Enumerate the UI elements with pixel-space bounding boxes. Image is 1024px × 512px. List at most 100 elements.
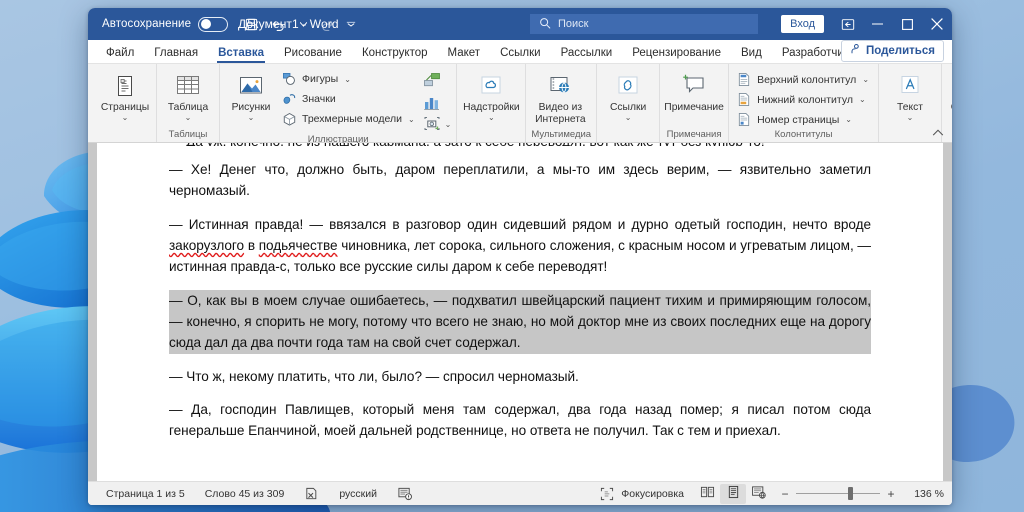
misspelled-word-zakoruzlogo[interactable]: закорузлого xyxy=(169,238,244,253)
text-button[interactable]: Текст ⌄ xyxy=(884,69,936,122)
chevron-up-icon[interactable] xyxy=(932,127,944,139)
customize-quick-access-icon[interactable] xyxy=(342,12,360,36)
zoom-slider-track[interactable] xyxy=(796,493,880,494)
page-number-icon xyxy=(736,112,752,128)
icons-button[interactable]: Значки xyxy=(279,90,419,108)
3d-models-button[interactable]: Трехмерные модели ⌄ xyxy=(279,110,419,128)
footer-caret[interactable]: ⌄ xyxy=(859,95,866,104)
ribbon-group-illustrations: Рисунки ⌄ Фигуры ⌄ xyxy=(219,64,456,142)
paragraph-5[interactable]: — Да, господин Павлищев, который меня та… xyxy=(169,399,871,442)
screenshot-caret[interactable]: ⌄ xyxy=(445,120,452,129)
smartart-button[interactable] xyxy=(421,70,452,91)
table-icon xyxy=(174,71,202,101)
maximize-icon[interactable] xyxy=(892,8,922,40)
zoom-in-button[interactable]: + xyxy=(886,487,896,501)
group-label-media: Мультимедиа xyxy=(531,130,591,143)
page-number-caret[interactable]: ⌄ xyxy=(845,115,852,124)
symbols-label: Символы xyxy=(951,102,952,114)
ribbon-group-tables: Таблица ⌄ Таблицы xyxy=(156,64,219,142)
ribbon-display-options-icon[interactable] xyxy=(834,8,862,40)
tab-layout[interactable]: Макет xyxy=(438,45,491,63)
smartart-icon xyxy=(421,70,443,91)
paragraph-2[interactable]: — Истинная правда! — ввязался в разговор… xyxy=(169,214,871,278)
footer-button[interactable]: Нижний колонтитул ⌄ xyxy=(734,91,873,109)
paragraph-3-selected[interactable]: — О, как вы в моем случае ошибаетесь, — … xyxy=(169,290,871,354)
shapes-button[interactable]: Фигуры ⌄ xyxy=(279,70,419,88)
page-indicator[interactable]: Страница 1 из 5 xyxy=(96,488,195,500)
3d-models-caret[interactable]: ⌄ xyxy=(408,115,415,124)
header-button[interactable]: Верхний колонтитул ⌄ xyxy=(734,71,873,89)
tab-mailings[interactable]: Рассылки xyxy=(551,45,623,63)
autosave-control[interactable]: Автосохранение xyxy=(88,17,228,32)
zoom-slider-thumb[interactable] xyxy=(848,487,853,500)
links-caret[interactable]: ⌄ xyxy=(625,114,632,122)
chart-button[interactable] xyxy=(421,92,452,113)
links-button[interactable]: Ссылки ⌄ xyxy=(602,69,654,122)
new-comment-button[interactable]: Примечание xyxy=(665,69,723,114)
save-icon[interactable] xyxy=(238,12,264,36)
tab-references[interactable]: Ссылки xyxy=(490,45,551,63)
language-indicator[interactable]: русский xyxy=(329,488,387,500)
table-button[interactable]: Таблица ⌄ xyxy=(162,69,214,122)
autosave-toggle[interactable] xyxy=(198,17,228,32)
search-icon xyxy=(539,17,551,32)
page-number-button[interactable]: Номер страницы ⌄ xyxy=(734,111,873,129)
tab-design[interactable]: Конструктор xyxy=(352,45,438,63)
clipped-top-line: — Да уж, конечно, не из нашего кармана, … xyxy=(169,143,871,146)
tab-file[interactable]: Файл xyxy=(96,45,144,63)
paragraph-1[interactable]: — Хе! Денег что, должно быть, даром пере… xyxy=(169,159,871,202)
pictures-button[interactable]: Рисунки ⌄ xyxy=(225,69,277,122)
sign-in-button[interactable]: Вход xyxy=(781,15,824,33)
screenshot-button[interactable]: ⌄ xyxy=(421,114,452,135)
desktop: Автосохранение xyxy=(0,0,1024,512)
read-mode-button[interactable] xyxy=(694,484,720,504)
minimize-icon[interactable] xyxy=(862,8,892,40)
header-caret[interactable]: ⌄ xyxy=(862,75,869,84)
word-count[interactable]: Слово 45 из 309 xyxy=(195,488,295,500)
quick-access-toolbar xyxy=(238,12,360,36)
table-caret[interactable]: ⌄ xyxy=(185,114,192,122)
tab-review[interactable]: Рецензирование xyxy=(622,45,731,63)
footer-label: Нижний колонтитул xyxy=(757,94,853,106)
proofing-errors-icon[interactable] xyxy=(294,486,329,501)
header-label: Верхний колонтитул xyxy=(757,74,856,86)
tab-view[interactable]: Вид xyxy=(731,45,772,63)
web-layout-button[interactable] xyxy=(746,484,772,504)
online-video-button[interactable]: Видео из Интернета xyxy=(531,69,589,126)
search-box[interactable]: Поиск xyxy=(530,14,758,34)
addins-button[interactable]: Надстройки ⌄ xyxy=(462,69,520,122)
3d-models-label: Трехмерные модели xyxy=(302,113,402,125)
redo-icon[interactable] xyxy=(314,12,340,36)
document-text[interactable]: — Хе! Денег что, должно быть, даром пере… xyxy=(169,143,871,442)
zoom-level[interactable]: 136 % xyxy=(904,488,944,500)
close-icon[interactable] xyxy=(922,8,952,40)
tab-draw[interactable]: Рисование xyxy=(274,45,352,63)
symbols-button[interactable]: Символы ⌄ xyxy=(947,69,952,122)
pages-caret[interactable]: ⌄ xyxy=(122,114,129,122)
print-layout-button[interactable] xyxy=(720,484,746,504)
pictures-caret[interactable]: ⌄ xyxy=(248,114,255,122)
chart-icon xyxy=(421,92,443,113)
shapes-caret[interactable]: ⌄ xyxy=(344,75,351,84)
pages-button[interactable]: Страницы ⌄ xyxy=(99,69,151,122)
status-bar: Страница 1 из 5 Слово 45 из 309 русский xyxy=(88,481,952,505)
tab-home[interactable]: Главная xyxy=(144,45,208,63)
undo-dropdown-caret[interactable] xyxy=(294,12,312,36)
misspelled-word-podyachestve[interactable]: подьячестве xyxy=(259,238,338,253)
focus-mode-icon xyxy=(598,486,616,502)
share-button[interactable]: Поделиться xyxy=(841,40,944,62)
share-person-icon xyxy=(849,43,861,58)
text-caret[interactable]: ⌄ xyxy=(907,114,914,122)
zoom-slider[interactable]: − + xyxy=(772,487,904,501)
zoom-out-button[interactable]: − xyxy=(780,487,790,501)
undo-icon[interactable] xyxy=(266,12,292,36)
web-layout-icon xyxy=(751,485,767,502)
document-page[interactable]: — Да уж, конечно, не из нашего кармана, … xyxy=(96,143,944,481)
icons-label: Значки xyxy=(302,93,336,105)
accessibility-checker-icon[interactable] xyxy=(387,486,423,501)
focus-mode-button[interactable]: Фокусировка xyxy=(588,486,694,502)
document-area[interactable]: — Да уж, конечно, не из нашего кармана, … xyxy=(88,143,952,481)
tab-insert[interactable]: Вставка xyxy=(208,45,274,63)
addins-caret[interactable]: ⌄ xyxy=(488,114,495,122)
paragraph-4[interactable]: — Что ж, некому платить, что ли, было? —… xyxy=(169,366,871,387)
